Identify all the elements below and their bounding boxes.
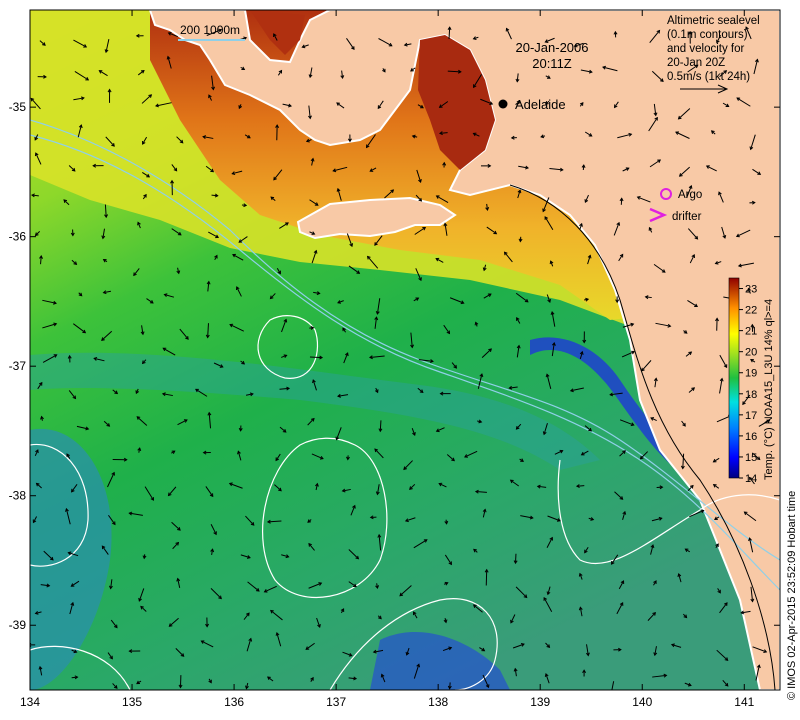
colorbar-tick-label: 21 (745, 326, 757, 338)
lon-tick-label: 138 (428, 695, 448, 709)
map-time: 20:11Z (532, 56, 572, 71)
legend-line-2: (0.1m contours) (667, 29, 748, 41)
colorbar-label: Temp. (°C) NOAA15_L3U 14% ql>=4 (763, 299, 775, 480)
adelaide-label: Adelaide (515, 97, 566, 112)
sst-map: 134 135 136 137 138 139 140 141 -35 -36 -37 -38 -39… (9, 9, 798, 709)
lon-tick-label: 134 (20, 695, 40, 709)
lon-tick-label: 139 (530, 695, 550, 709)
legend-line-5: 0.5m/s (1kt 24h) (667, 71, 750, 83)
lon-tick-label: 136 (224, 695, 244, 709)
colorbar-tick-label: 18 (745, 389, 757, 401)
colorbar-tick-label: 22 (745, 305, 757, 317)
lon-tick-label: 135 (122, 695, 142, 709)
lon-tick-label: 141 (734, 695, 754, 709)
colorbar-tick-label: 15 (745, 452, 757, 464)
scale-label: 200 1000m (180, 23, 240, 37)
colorbar-tick-label: 19 (745, 368, 757, 380)
legend-line-3: and velocity for (667, 43, 745, 55)
lon-tick-label: 137 (326, 695, 346, 709)
drifter-label: drifter (672, 211, 702, 223)
colorbar-tick-label: 14 (745, 473, 757, 485)
argo-label: Argo (678, 189, 702, 201)
colorbar (728, 277, 740, 479)
lat-tick-label: -37 (9, 359, 27, 373)
legend-line-4: 20-Jan 20Z (667, 57, 725, 69)
colorbar-tick-label: 17 (745, 410, 757, 422)
lat-tick-label: -39 (9, 618, 27, 632)
colorbar-tick-label: 20 (745, 347, 757, 359)
lat-tick-label: -36 (9, 230, 27, 244)
map-date: 20-Jan-2006 (516, 40, 589, 55)
credit-text: © IMOS 02-Apr-2015 23:52:09 Hobart time (786, 491, 798, 700)
colorbar-tick-label: 16 (745, 431, 757, 443)
lon-tick-label: 140 (632, 695, 652, 709)
lat-tick-label: -38 (9, 489, 27, 503)
colorbar-tick-label: 23 (745, 284, 757, 296)
legend-line-1: Altimetric sealevel (667, 15, 760, 27)
lat-tick-label: -35 (9, 100, 27, 114)
adelaide-marker (498, 99, 508, 109)
